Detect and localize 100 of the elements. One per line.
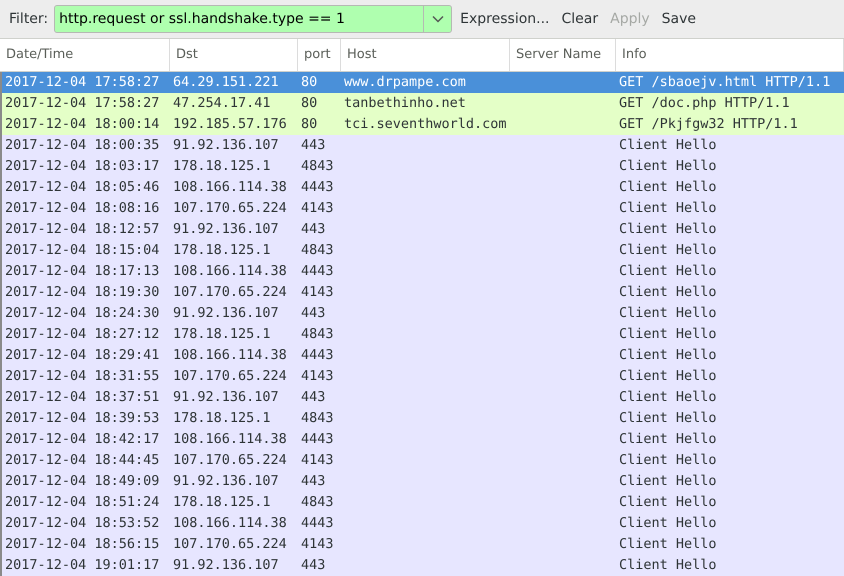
host-cell: tanbethinho.net bbox=[344, 95, 466, 112]
filter-field[interactable]: http.request or ssl.handshake.type == 1 bbox=[54, 5, 452, 33]
port-cell: 80 bbox=[301, 74, 318, 90]
dst-cell: 178.18.125.1 bbox=[173, 158, 271, 174]
filter-input[interactable]: http.request or ssl.handshake.type == 1 bbox=[55, 8, 424, 30]
packet-row[interactable]: 2017-12-04 18:29:41 108.166.114.38 4443 Client Hello bbox=[2, 345, 844, 366]
packet-row[interactable]: 2017-12-04 18:19:30 107.170.65.224 4143 Client Hello bbox=[2, 282, 844, 303]
packet-row[interactable]: 2017-12-04 17:58:27 47.254.17.41 80 tanbethinho.net GET /doc.php HTTP/1.1 bbox=[2, 93, 844, 114]
host-cell: www.drpampe.com bbox=[344, 74, 466, 90]
date-cell: 2017-12-04 18:53:52 bbox=[5, 515, 160, 532]
info-cell: Client Hello bbox=[619, 410, 717, 426]
port-cell: 4443 bbox=[301, 515, 334, 532]
info-cell: Client Hello bbox=[619, 515, 717, 532]
toolbar-button[interactable]: Clear bbox=[558, 6, 602, 32]
date-cell: 2017-12-04 18:49:09 bbox=[5, 473, 160, 490]
column-header[interactable]: Info bbox=[616, 39, 844, 71]
port-cell: 4843 bbox=[301, 494, 334, 510]
date-cell: 2017-12-04 18:24:30 bbox=[5, 305, 160, 322]
port-cell: 443 bbox=[301, 557, 326, 574]
info-cell: Client Hello bbox=[619, 242, 717, 258]
dst-cell: 178.18.125.1 bbox=[173, 242, 271, 258]
port-cell: 4843 bbox=[301, 326, 334, 342]
port-cell: 4443 bbox=[301, 431, 334, 448]
port-cell: 4443 bbox=[301, 347, 334, 364]
port-cell: 4843 bbox=[301, 410, 334, 426]
info-cell: GET /sbaoejv.html HTTP/1.1 bbox=[619, 74, 830, 90]
packet-row[interactable]: 2017-12-04 18:44:45 107.170.65.224 4143 Client Hello bbox=[2, 450, 844, 471]
port-cell: 4843 bbox=[301, 242, 334, 258]
dst-cell: 91.92.136.107 bbox=[173, 137, 279, 154]
packet-row[interactable]: 2017-12-04 18:31:55 107.170.65.224 4143 Client Hello bbox=[2, 366, 844, 387]
port-cell: 80 bbox=[301, 95, 318, 112]
info-cell: GET /doc.php HTTP/1.1 bbox=[619, 95, 790, 112]
column-header[interactable]: Server Name bbox=[510, 39, 616, 71]
column-header[interactable]: Host bbox=[341, 39, 510, 71]
dst-cell: 107.170.65.224 bbox=[173, 368, 287, 384]
dst-cell: 91.92.136.107 bbox=[173, 557, 279, 574]
dst-cell: 107.170.65.224 bbox=[173, 452, 287, 468]
column-header[interactable]: port bbox=[298, 39, 341, 71]
info-cell: Client Hello bbox=[619, 326, 717, 342]
info-cell: Client Hello bbox=[619, 557, 717, 574]
info-cell: Client Hello bbox=[619, 431, 717, 448]
date-cell: 2017-12-04 18:19:30 bbox=[5, 284, 160, 300]
port-cell: 443 bbox=[301, 221, 326, 238]
port-cell: 443 bbox=[301, 305, 326, 322]
dst-cell: 108.166.114.38 bbox=[173, 179, 287, 196]
date-cell: 2017-12-04 18:42:17 bbox=[5, 431, 160, 448]
packet-row[interactable]: 2017-12-04 19:01:17 91.92.136.107 443 Client Hello bbox=[2, 555, 844, 576]
dst-cell: 107.170.65.224 bbox=[173, 200, 287, 216]
toolbar-button[interactable]: Expression... bbox=[456, 6, 554, 32]
port-cell: 4143 bbox=[301, 536, 334, 552]
packet-row[interactable]: 2017-12-04 18:03:17 178.18.125.1 4843 Client Hello bbox=[2, 156, 844, 177]
port-cell: 4443 bbox=[301, 263, 334, 280]
dst-cell: 192.185.57.176 bbox=[173, 116, 287, 132]
date-cell: 2017-12-04 18:03:17 bbox=[5, 158, 160, 174]
dst-cell: 47.254.17.41 bbox=[173, 95, 271, 112]
date-cell: 2017-12-04 18:51:24 bbox=[5, 494, 160, 510]
port-cell: 443 bbox=[301, 389, 326, 406]
packet-row[interactable]: 2017-12-04 18:17:13 108.166.114.38 4443 Client Hello bbox=[2, 261, 844, 282]
packet-row[interactable]: 2017-12-04 18:15:04 178.18.125.1 4843 Client Hello bbox=[2, 240, 844, 261]
packet-row[interactable]: 2017-12-04 18:56:15 107.170.65.224 4143 Client Hello bbox=[2, 534, 844, 555]
port-cell: 4843 bbox=[301, 158, 334, 174]
dst-cell: 91.92.136.107 bbox=[173, 473, 279, 490]
date-cell: 2017-12-04 18:44:45 bbox=[5, 452, 160, 468]
dst-cell: 107.170.65.224 bbox=[173, 284, 287, 300]
packet-row[interactable]: 2017-12-04 18:05:46 108.166.114.38 4443 Client Hello bbox=[2, 177, 844, 198]
date-cell: 2017-12-04 18:27:12 bbox=[5, 326, 160, 342]
date-cell: 2017-12-04 19:01:17 bbox=[5, 557, 160, 574]
packet-row[interactable]: 2017-12-04 18:00:35 91.92.136.107 443 Client Hello bbox=[2, 135, 844, 156]
chevron-down-icon bbox=[432, 15, 444, 23]
info-cell: Client Hello bbox=[619, 473, 717, 490]
dst-cell: 107.170.65.224 bbox=[173, 536, 287, 552]
packet-row[interactable]: 2017-12-04 18:08:16 107.170.65.224 4143 Client Hello bbox=[2, 198, 844, 219]
packet-row[interactable]: 2017-12-04 18:24:30 91.92.136.107 443 Client Hello bbox=[2, 303, 844, 324]
packet-row[interactable]: 2017-12-04 18:53:52 108.166.114.38 4443 Client Hello bbox=[2, 513, 844, 534]
packet-row[interactable]: 2017-12-04 18:27:12 178.18.125.1 4843 Client Hello bbox=[2, 324, 844, 345]
date-cell: 2017-12-04 17:58:27 bbox=[5, 95, 160, 112]
packet-row[interactable]: 2017-12-04 18:39:53 178.18.125.1 4843 Client Hello bbox=[2, 408, 844, 429]
packet-row[interactable]: 2017-12-04 18:49:09 91.92.136.107 443 Client Hello bbox=[2, 471, 844, 492]
date-cell: 2017-12-04 18:15:04 bbox=[5, 242, 160, 258]
port-cell: 4143 bbox=[301, 284, 334, 300]
column-header[interactable]: Dst bbox=[170, 39, 298, 71]
info-cell: GET /Pkjfgw32 HTTP/1.1 bbox=[619, 116, 798, 132]
packet-row[interactable]: 2017-12-04 18:00:14 192.185.57.176 80 tci.seventhworld.com GET /Pkjfgw32 HTTP/1.1 bbox=[2, 114, 844, 135]
packet-row[interactable]: 2017-12-04 18:12:57 91.92.136.107 443 Client Hello bbox=[2, 219, 844, 240]
column-header[interactable]: Date/Time bbox=[0, 39, 170, 71]
packet-row[interactable]: 2017-12-04 18:37:51 91.92.136.107 443 Client Hello bbox=[2, 387, 844, 408]
info-cell: Client Hello bbox=[619, 305, 717, 322]
date-cell: 2017-12-04 18:39:53 bbox=[5, 410, 160, 426]
dst-cell: 108.166.114.38 bbox=[173, 515, 287, 532]
dst-cell: 178.18.125.1 bbox=[173, 326, 271, 342]
info-cell: Client Hello bbox=[619, 158, 717, 174]
date-cell: 2017-12-04 18:05:46 bbox=[5, 179, 160, 196]
packet-row[interactable]: 2017-12-04 18:51:24 178.18.125.1 4843 Client Hello bbox=[2, 492, 844, 513]
toolbar-button[interactable]: Save bbox=[658, 6, 700, 32]
packet-row[interactable]: 2017-12-04 18:42:17 108.166.114.38 4443 Client Hello bbox=[2, 429, 844, 450]
dst-cell: 108.166.114.38 bbox=[173, 347, 287, 364]
dst-cell: 178.18.125.1 bbox=[173, 410, 271, 426]
date-cell: 2017-12-04 18:17:13 bbox=[5, 263, 160, 280]
info-cell: Client Hello bbox=[619, 221, 717, 238]
dst-cell: 91.92.136.107 bbox=[173, 221, 279, 238]
